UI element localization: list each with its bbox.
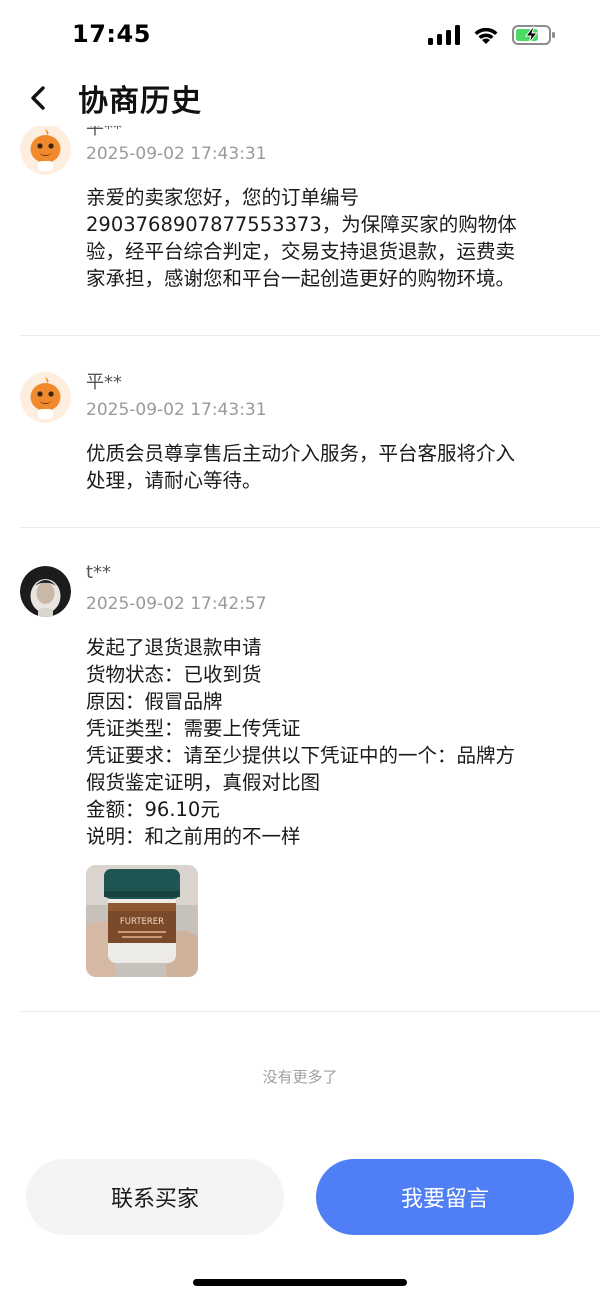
request-title: 发起了退货退款申请 — [86, 636, 262, 659]
history-entry: t** 2025-09-02 17:42:57 发起了退货退款申请 货物状态：已… — [0, 556, 600, 1016]
message-line: 处理，请耐心等待。 — [86, 469, 262, 492]
status-icons — [428, 24, 556, 46]
home-indicator[interactable] — [193, 1279, 407, 1286]
nav-header: 协商历史 — [0, 70, 600, 126]
divider — [20, 527, 600, 528]
goods-status: 货物状态：已收到货 — [86, 663, 262, 686]
history-entry: 平** 2025-09-02 17:43:31 优质会员尊享售后主动介入服务，平… — [0, 362, 600, 528]
battery-charging-icon — [512, 25, 555, 45]
avatar — [20, 126, 71, 175]
product-photo: FURTERER — [86, 865, 198, 977]
timestamp: 2025-09-02 17:43:31 — [86, 144, 267, 164]
product-brand-label: FURTERER — [120, 917, 164, 927]
evidence-type: 凭证类型：需要上传凭证 — [86, 717, 301, 740]
refund-note: 说明：和之前用的不一样 — [86, 825, 301, 848]
negotiation-history-list[interactable]: 平** 2025-09-02 17:43:31 亲爱的卖家您好，您的订单编号 2… — [0, 126, 600, 1136]
divider — [20, 1011, 600, 1012]
leave-message-button[interactable]: 我要留言 — [316, 1159, 574, 1235]
message-text: 亲爱的卖家您好，您的订单编号 2903768907877553373，为保障买家… — [86, 184, 578, 292]
buyer-avatar — [20, 566, 71, 617]
order-number-line: 2903768907877553373，为保障买家的购物体 — [86, 213, 517, 236]
message-line: 验，经平台综合判定，交易支持退货退款，运费卖 — [86, 240, 516, 263]
message-text: 优质会员尊享售后主动介入服务，平台客服将介入 处理，请耐心等待。 — [86, 440, 578, 494]
timestamp: 2025-09-02 17:42:57 — [86, 594, 267, 614]
mascot-avatar-icon — [20, 372, 71, 423]
refund-amount: 金额：96.10元 — [86, 798, 220, 821]
no-more-hint: 没有更多了 — [262, 1068, 338, 1086]
evidence-requirement: 凭证要求：请至少提供以下凭证中的一个：品牌方 — [86, 744, 516, 767]
cellular-signal-icon — [428, 25, 460, 45]
page-title: 协商历史 — [78, 84, 202, 119]
message-line: 优质会员尊享售后主动介入服务，平台客服将介入 — [86, 442, 516, 465]
history-entry: 平** 2025-09-02 17:43:31 亲爱的卖家您好，您的订单编号 2… — [0, 126, 600, 336]
user-name: t** — [86, 562, 112, 583]
divider — [20, 335, 600, 336]
status-time: 17:45 — [72, 20, 151, 48]
user-name: 平** — [86, 372, 122, 393]
wifi-icon — [474, 27, 498, 44]
user-name: 平** — [86, 126, 122, 139]
contact-buyer-button[interactable]: 联系买家 — [26, 1159, 284, 1235]
evidence-image[interactable]: FURTERER — [86, 865, 198, 977]
user-photo-avatar-icon — [20, 566, 71, 617]
refund-request-details: 发起了退货退款申请 货物状态：已收到货 原因：假冒品牌 凭证类型：需要上传凭证 … — [86, 634, 578, 850]
status-bar: 17:45 — [0, 0, 600, 70]
avatar — [20, 372, 71, 423]
message-line: 亲爱的卖家您好，您的订单编号 — [86, 186, 360, 209]
timestamp: 2025-09-02 17:43:31 — [86, 400, 267, 420]
message-line: 家承担，感谢您和平台一起创造更好的购物环境。 — [86, 267, 516, 290]
refund-reason: 原因：假冒品牌 — [86, 690, 223, 713]
back-button[interactable] — [22, 80, 56, 116]
chevron-left-icon — [31, 86, 45, 110]
evidence-requirement-cont: 假货鉴定证明，真假对比图 — [86, 771, 321, 794]
mascot-avatar-icon — [20, 126, 71, 175]
